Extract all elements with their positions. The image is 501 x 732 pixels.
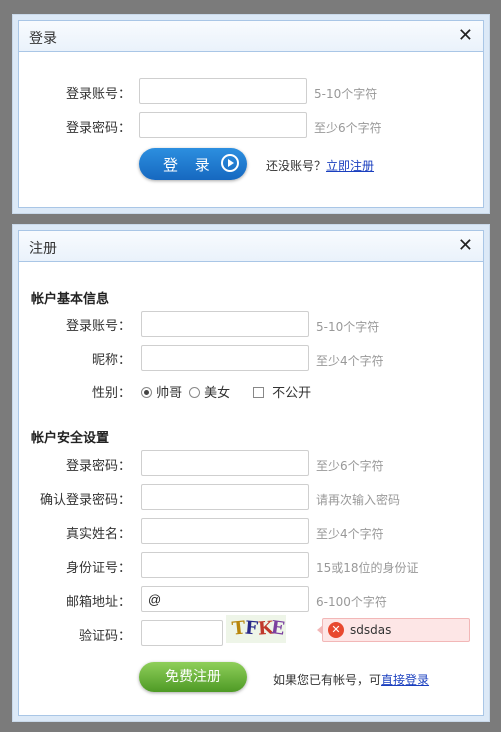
gender-option-private: 不公开 <box>272 386 312 401</box>
realname-input[interactable] <box>141 518 309 544</box>
login-account-input[interactable] <box>139 78 307 104</box>
gender-option-female: 美女 <box>204 386 231 401</box>
confirm-password-hint: 请再次输入密码 <box>316 493 401 507</box>
reg-password-input[interactable] <box>141 450 309 476</box>
login-prompt: 如果您已有帐号，可直接登录 <box>273 671 429 688</box>
login-account-label: 登录账号： <box>65 87 131 102</box>
register-button[interactable]: 免费注册 <box>139 662 247 692</box>
login-button[interactable]: 登 录 <box>139 148 247 180</box>
gender-radio-female[interactable]: 美女 <box>189 382 230 401</box>
register-link[interactable]: 立即注册 <box>326 159 374 173</box>
register-dialog: 注册 ✕ 帐户基本信息 登录账号： 5-10个字符 昵称： 至少4个字符 性别：… <box>13 225 489 721</box>
gender-label: 性别： <box>91 386 131 401</box>
login-dialog-frame: 登录 ✕ 登录账号： 5-10个字符 登录密码： 至少6个字符 登 录 还没账号… <box>18 20 484 208</box>
checkbox-icon <box>253 387 264 398</box>
register-dialog-frame: 注册 ✕ 帐户基本信息 登录账号： 5-10个字符 昵称： 至少4个字符 性别：… <box>18 230 484 716</box>
email-label: 邮箱地址： <box>65 595 131 610</box>
idcard-hint: 15或18位的身份证 <box>316 561 419 575</box>
reg-account-hint: 5-10个字符 <box>316 320 380 334</box>
radio-checked-icon <box>141 387 152 398</box>
register-title: 注册 <box>29 241 57 257</box>
confirm-password-input[interactable] <box>141 484 309 510</box>
email-input[interactable] <box>141 586 309 612</box>
reg-password-label: 登录密码： <box>65 459 131 474</box>
login-password-label: 登录密码： <box>65 121 131 136</box>
captcha-error-tip: ✕ sdsdas <box>317 618 470 642</box>
nickname-hint: 至少4个字符 <box>316 354 384 368</box>
captcha-char: E <box>269 617 286 640</box>
login-title-bar: 登录 ✕ <box>19 21 483 52</box>
nickname-input[interactable] <box>141 345 309 371</box>
gender-option-male: 帅哥 <box>156 386 183 401</box>
radio-icon <box>189 387 200 398</box>
no-account-text: 还没账号？ <box>266 159 327 173</box>
login-dialog: 登录 ✕ 登录账号： 5-10个字符 登录密码： 至少6个字符 登 录 还没账号… <box>13 15 489 213</box>
captcha-image[interactable]: T F K E <box>226 615 286 643</box>
gender-private-checkbox[interactable]: 不公开 <box>253 382 311 401</box>
register-prompt: 还没账号？立即注册 <box>266 157 374 174</box>
gender-radio-male[interactable]: 帅哥 <box>141 382 182 401</box>
reg-password-hint: 至少6个字符 <box>316 459 384 473</box>
error-text: sdsdas <box>350 623 392 637</box>
login-password-input[interactable] <box>139 112 307 138</box>
captcha-label: 验证码： <box>78 629 131 644</box>
close-icon[interactable]: ✕ <box>458 235 473 256</box>
reg-account-label: 登录账号： <box>65 319 131 334</box>
captcha-input[interactable] <box>141 620 223 646</box>
error-x-icon: ✕ <box>328 622 344 638</box>
idcard-label: 身份证号： <box>65 561 131 576</box>
reg-account-input[interactable] <box>141 311 309 337</box>
email-hint: 6-100个字符 <box>316 595 387 609</box>
direct-login-link[interactable]: 直接登录 <box>381 673 429 687</box>
realname-label: 真实姓名： <box>65 527 131 542</box>
login-title: 登录 <box>29 31 57 47</box>
register-title-bar: 注册 ✕ <box>19 231 483 262</box>
login-button-label: 登 录 <box>163 156 216 174</box>
arrow-right-icon <box>221 154 239 172</box>
close-icon[interactable]: ✕ <box>458 25 473 46</box>
confirm-password-label: 确认登录密码： <box>39 493 131 508</box>
nickname-label: 昵称： <box>91 353 131 368</box>
login-password-hint: 至少6个字符 <box>314 121 382 135</box>
basic-info-heading: 帐户基本信息 <box>31 292 110 307</box>
has-account-text: 如果您已有帐号，可 <box>273 673 382 687</box>
login-account-hint: 5-10个字符 <box>314 87 378 101</box>
security-heading: 帐户安全设置 <box>31 431 110 446</box>
realname-hint: 至少4个字符 <box>316 527 384 541</box>
idcard-input[interactable] <box>141 552 309 578</box>
